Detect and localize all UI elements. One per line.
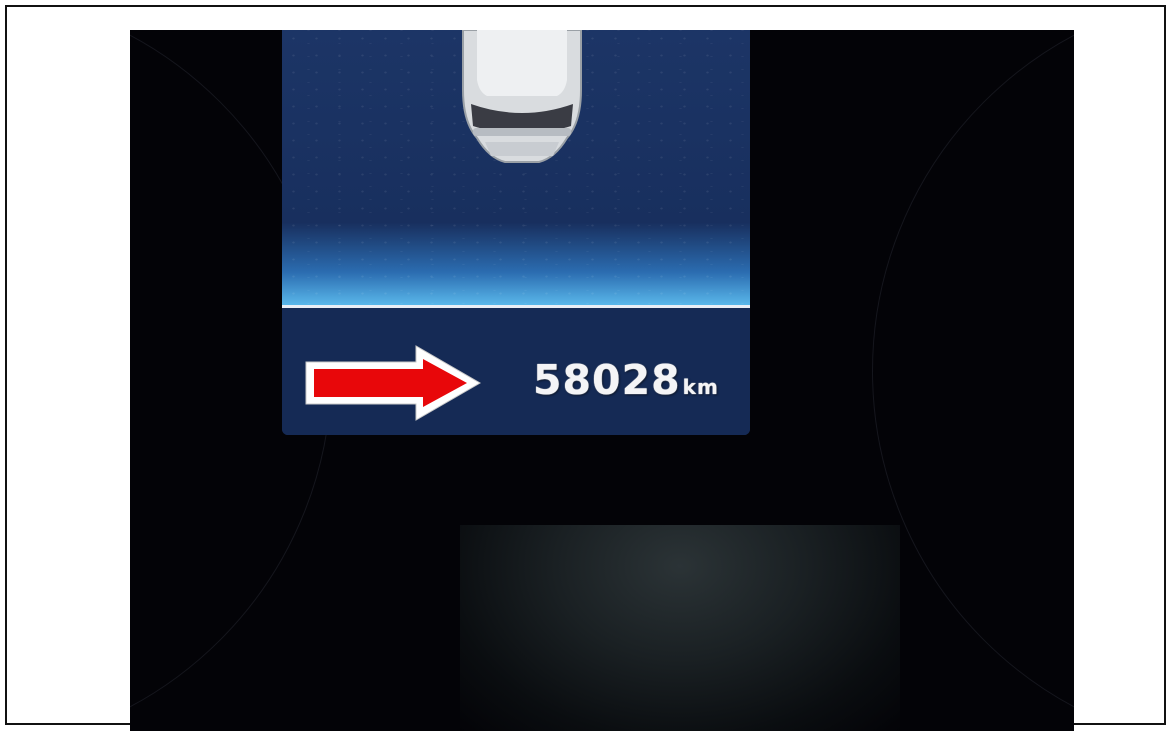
odometer-reading: 58028 km (533, 356, 719, 404)
lower-gauge-glow (460, 525, 900, 731)
gauge-rim-right (872, 30, 1074, 731)
image-frame: 58028 km (5, 5, 1166, 731)
odometer-value: 58028 (533, 356, 681, 404)
instrument-display: 58028 km (282, 30, 750, 435)
dashboard-photo: 58028 km (130, 30, 1074, 731)
odometer-unit: km (682, 375, 719, 399)
red-arrow-icon (305, 345, 481, 421)
car-icon (462, 30, 582, 163)
odometer-panel: 58028 km (282, 308, 750, 435)
